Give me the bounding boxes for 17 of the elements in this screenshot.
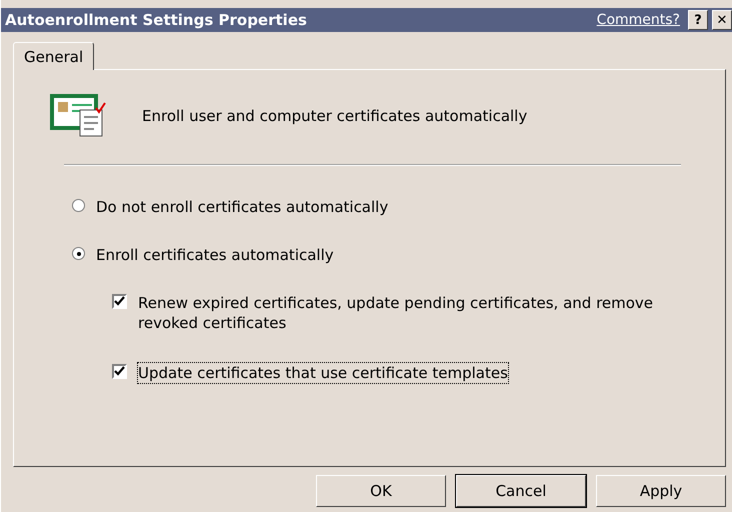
- dialog-button[interactable]: Apply: [596, 475, 726, 507]
- option-label[interactable]: Renew expired certificates, update pending certificates, and remove revoked certificates: [137, 292, 717, 334]
- checkbox[interactable]: [112, 294, 127, 309]
- checkbox[interactable]: [112, 364, 127, 379]
- dialog-button[interactable]: OK: [316, 475, 446, 507]
- help-button[interactable]: ?: [688, 10, 708, 30]
- comments-link[interactable]: Comments?: [596, 12, 680, 28]
- dialog-button[interactable]: Cancel: [456, 475, 586, 507]
- close-button[interactable]: ✕: [712, 10, 732, 30]
- radio-button[interactable]: [72, 247, 85, 260]
- radio-button[interactable]: [72, 199, 85, 212]
- tab[interactable]: General: [13, 42, 94, 70]
- option-label[interactable]: Enroll certificates automatically: [95, 244, 335, 266]
- option-label[interactable]: Do not enroll certificates automatically: [95, 196, 390, 218]
- header-text: Enroll user and computer certificates automatically: [142, 107, 528, 125]
- window-title: Autoenrollment Settings Properties: [5, 11, 308, 29]
- option-label[interactable]: Update certificates that use certificate templates: [137, 362, 509, 384]
